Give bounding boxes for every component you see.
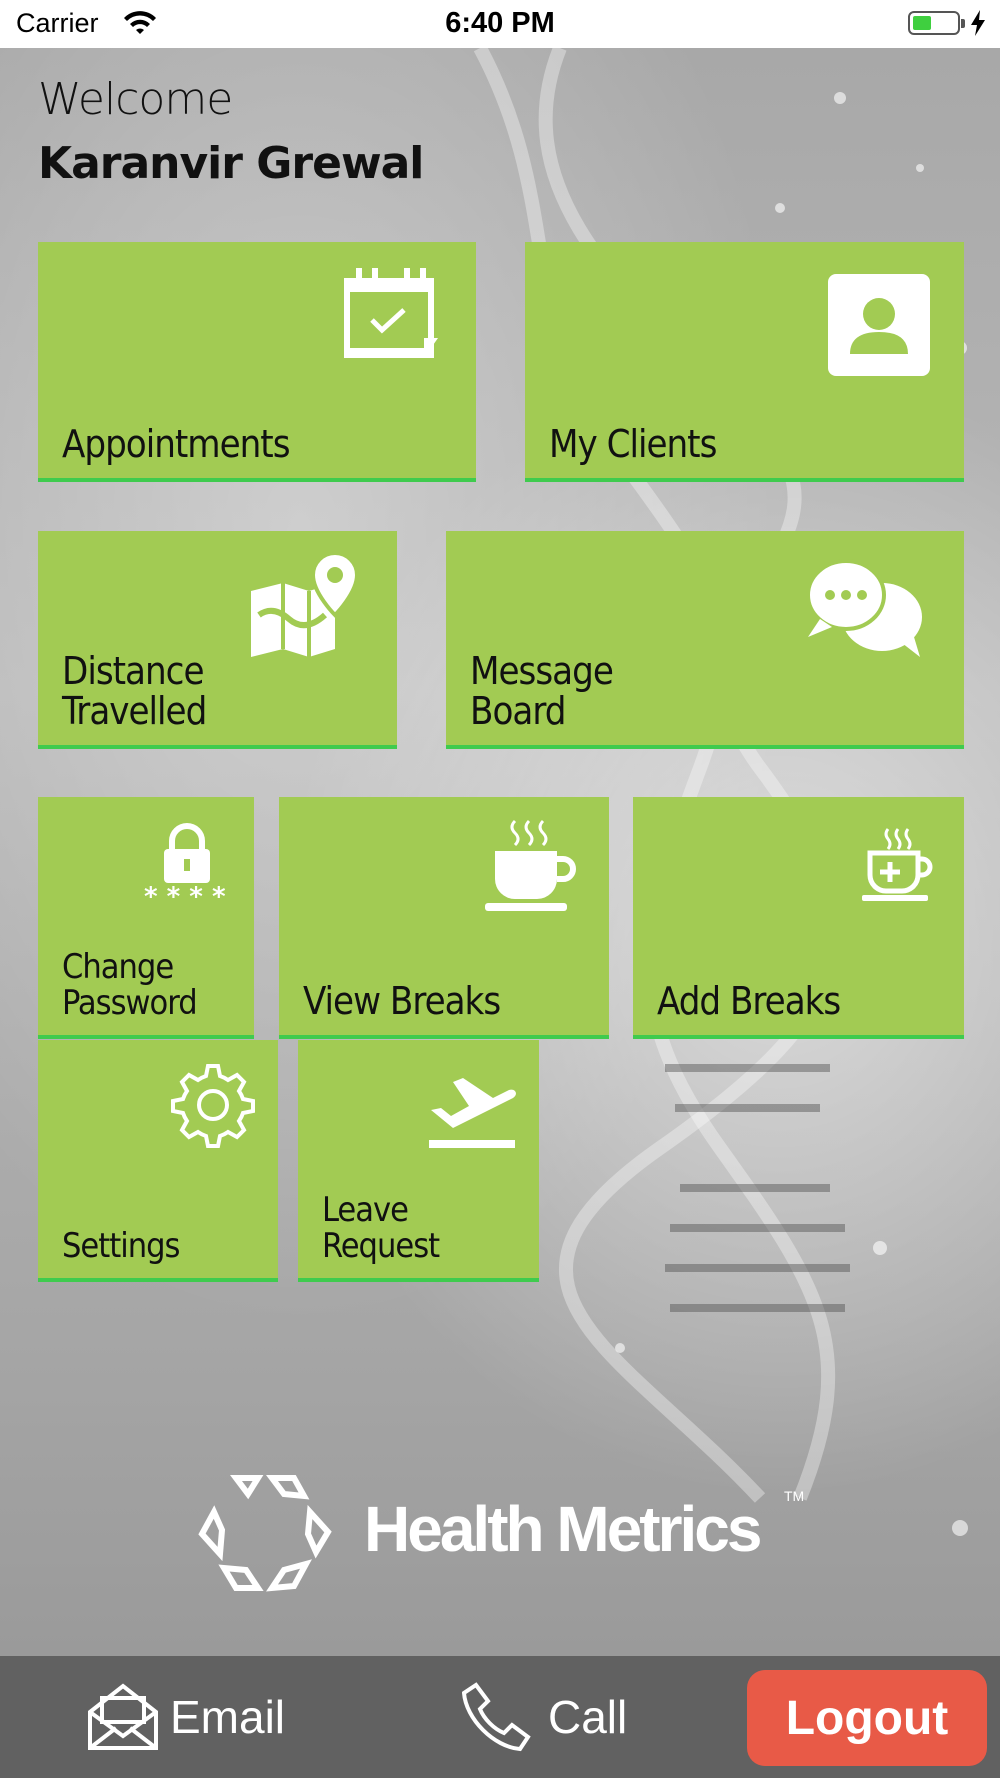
my-clients-tile[interactable]: My Clients (525, 242, 964, 482)
gear-icon (170, 1062, 256, 1148)
call-button[interactable]: Call (462, 1682, 627, 1752)
map-pin-icon (251, 553, 363, 659)
add-breaks-label: Add Breaks (657, 979, 841, 1023)
airplane-departure-icon (429, 1070, 517, 1150)
change-password-tile[interactable]: * * * * Change Password (38, 797, 254, 1039)
health-metrics-logo-icon (198, 1475, 332, 1592)
my-clients-label: My Clients (549, 422, 717, 466)
message-board-tile[interactable]: Message Board (446, 531, 964, 749)
appointments-label: Appointments (62, 422, 291, 466)
email-label: Email (170, 1691, 286, 1743)
brand-name: Health Metrics (364, 1493, 762, 1565)
change-password-label: Change Password (62, 947, 198, 1023)
coffee-cup-plus-icon (860, 827, 936, 903)
message-board-label: Message Board (470, 649, 614, 733)
coffee-cup-icon (485, 819, 577, 911)
view-breaks-tile[interactable]: View Breaks (279, 797, 609, 1039)
charging-icon (971, 10, 985, 36)
lock-password-icon: * * * * (144, 821, 230, 905)
call-label: Call (548, 1691, 628, 1743)
add-breaks-tile[interactable]: Add Breaks (633, 797, 964, 1039)
status-time: 6:40 PM (445, 7, 555, 39)
distance-travelled-label: Distance Travelled (62, 649, 207, 733)
user-name: Karanvir Grewal (38, 138, 424, 189)
appointments-tile[interactable]: Appointments (38, 242, 476, 482)
leave-request-label: Leave Request (322, 1190, 440, 1266)
bottom-bar: Email Call Logout (0, 1656, 1000, 1778)
settings-tile[interactable]: Settings (38, 1040, 278, 1282)
battery-icon (908, 11, 965, 35)
email-button[interactable]: Email (86, 1682, 285, 1752)
contact-card-icon (828, 274, 930, 376)
svg-text:* * * *: * * * * (144, 882, 226, 905)
view-breaks-label: View Breaks (303, 979, 501, 1023)
leave-request-tile[interactable]: Leave Request (298, 1040, 539, 1282)
brand-tm: TM (784, 1488, 805, 1504)
welcome-label: Welcome (38, 74, 233, 125)
home-screen: Welcome Karanvir Grewal Appointments My … (0, 48, 1000, 1656)
envelope-icon (88, 1683, 158, 1750)
status-bar: Carrier 6:40 PM (0, 0, 1000, 48)
chat-bubbles-icon (806, 557, 926, 659)
distance-travelled-tile[interactable]: Distance Travelled (38, 531, 397, 749)
calendar-check-icon (342, 268, 440, 368)
phone-icon (462, 1682, 531, 1752)
settings-label: Settings (62, 1226, 180, 1266)
logout-button[interactable]: Logout (747, 1670, 987, 1766)
